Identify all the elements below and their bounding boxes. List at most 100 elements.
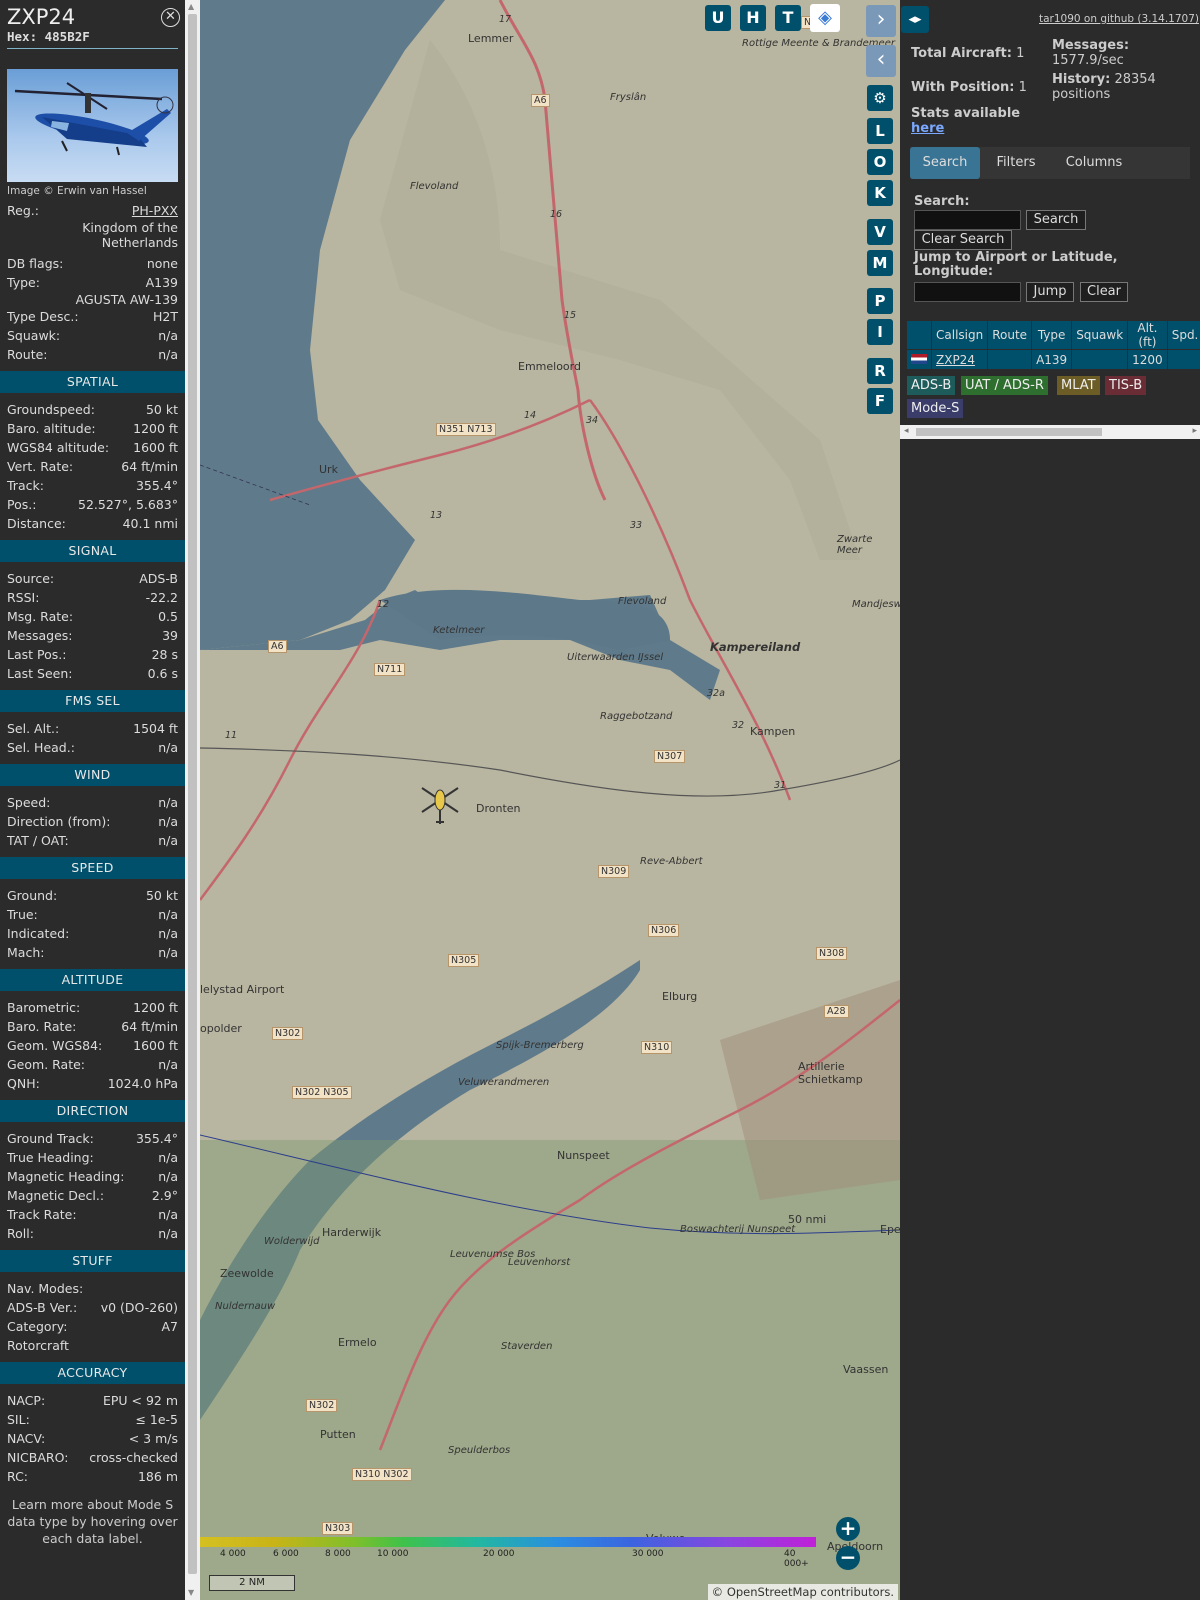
detail-label[interactable]: Roll:: [7, 1224, 34, 1243]
detail-label[interactable]: Vert. Rate:: [7, 457, 73, 476]
detail-label[interactable]: Sel. Alt.:: [7, 719, 59, 738]
map-button-v[interactable]: V: [867, 219, 893, 245]
detail-label[interactable]: WGS84 altitude:: [7, 438, 109, 457]
column-header-alt-ft-[interactable]: Alt. (ft): [1128, 321, 1167, 349]
detail-label[interactable]: Barometric:: [7, 998, 80, 1017]
detail-label[interactable]: Last Pos.:: [7, 645, 66, 664]
detail-label[interactable]: Category:: [7, 1317, 67, 1336]
legend-chip-tis-b[interactable]: TIS-B: [1105, 376, 1147, 395]
chevron-left-icon[interactable]: ‹: [866, 45, 896, 77]
column-header-callsign[interactable]: Callsign: [932, 321, 988, 349]
detail-label[interactable]: Magnetic Decl.:: [7, 1186, 104, 1205]
toggle-sidebar-icon[interactable]: ◂▸: [901, 6, 929, 33]
aircraft-photo[interactable]: [7, 69, 178, 182]
section-header-spatial[interactable]: SPATIAL: [0, 371, 185, 393]
close-icon[interactable]: ✕: [161, 8, 180, 27]
tab-columns[interactable]: Columns: [1052, 147, 1136, 179]
map-button-l[interactable]: L: [867, 118, 893, 144]
detail-label[interactable]: Geom. Rate:: [7, 1055, 85, 1074]
section-header-speed[interactable]: SPEED: [0, 857, 185, 879]
map-button-f[interactable]: F: [867, 388, 893, 414]
map-button-t[interactable]: T: [775, 5, 801, 31]
detail-label[interactable]: Distance:: [7, 514, 66, 533]
detail-label[interactable]: QNH:: [7, 1074, 40, 1093]
registration-link[interactable]: PH-PXX: [132, 201, 178, 220]
clear-search-button[interactable]: Clear Search: [914, 230, 1012, 250]
detail-label[interactable]: Source:: [7, 569, 54, 588]
section-header-fms-sel[interactable]: FMS SEL: [0, 690, 185, 712]
section-header-stuff[interactable]: STUFF: [0, 1250, 185, 1272]
detail-label[interactable]: Pos.:: [7, 495, 36, 514]
detail-label[interactable]: Magnetic Heading:: [7, 1167, 124, 1186]
tab-filters[interactable]: Filters: [984, 147, 1048, 179]
map-button-p[interactable]: P: [867, 288, 893, 314]
detail-label[interactable]: Sel. Head.:: [7, 738, 75, 757]
detail-label[interactable]: RSSI:: [7, 588, 39, 607]
map-attribution[interactable]: © OpenStreetMap contributors.: [707, 1584, 898, 1600]
legend-chip-ads-b[interactable]: ADS-B: [907, 376, 956, 395]
map-button-i[interactable]: I: [867, 319, 893, 345]
tab-search[interactable]: Search: [910, 147, 980, 179]
section-header-signal[interactable]: SIGNAL: [0, 540, 185, 562]
section-header-accuracy[interactable]: ACCURACY: [0, 1362, 185, 1384]
clear-jump-button[interactable]: Clear: [1080, 282, 1128, 302]
detail-label[interactable]: RC:: [7, 1467, 28, 1486]
stats-link[interactable]: here: [911, 121, 944, 136]
detail-label[interactable]: Ground:: [7, 886, 57, 905]
section-header-altitude[interactable]: ALTITUDE: [0, 969, 185, 991]
layers-icon[interactable]: ◈: [810, 4, 840, 32]
search-input[interactable]: [914, 210, 1021, 230]
map-button-m[interactable]: M: [867, 250, 893, 276]
detail-label[interactable]: Direction (from):: [7, 812, 111, 831]
detail-label[interactable]: Geom. WGS84:: [7, 1036, 102, 1055]
map-button-o[interactable]: O: [867, 149, 893, 175]
zoom-out-button[interactable]: −: [836, 1546, 860, 1570]
detail-label[interactable]: Rotorcraft: [7, 1336, 69, 1355]
zoom-in-button[interactable]: +: [836, 1517, 860, 1541]
column-header-spd-[interactable]: Spd.: [1167, 321, 1200, 349]
column-header-squawk[interactable]: Squawk: [1072, 321, 1128, 349]
detail-label[interactable]: Baro. altitude:: [7, 419, 96, 438]
settings-gear-icon[interactable]: ⚙: [867, 85, 893, 111]
detail-label[interactable]: Track:: [7, 476, 44, 495]
legend-chip-mode-s[interactable]: Mode-S: [907, 399, 964, 418]
detail-label[interactable]: True:: [7, 905, 38, 924]
sidebar-scrollbar[interactable]: ▲ ▼: [185, 0, 200, 1600]
section-header-wind[interactable]: WIND: [0, 764, 185, 786]
search-button[interactable]: Search: [1026, 210, 1086, 230]
detail-label[interactable]: ADS-B Ver.:: [7, 1298, 77, 1317]
map-view[interactable]: Lemmer Emmeloord Urk Dronten Kampen Elburg Nun…: [200, 0, 900, 1600]
detail-label[interactable]: Nav. Modes:: [7, 1279, 83, 1298]
detail-label[interactable]: True Heading:: [7, 1148, 94, 1167]
detail-label[interactable]: Groundspeed:: [7, 400, 95, 419]
detail-label[interactable]: TAT / OAT:: [7, 831, 69, 850]
detail-label[interactable]: NACV:: [7, 1429, 45, 1448]
chevron-right-icon[interactable]: ›: [866, 5, 896, 37]
jump-input[interactable]: [914, 282, 1021, 302]
map-button-u[interactable]: U: [705, 5, 731, 31]
map-button-r[interactable]: R: [867, 358, 893, 384]
table-horizontal-scrollbar[interactable]: ◂ ▸: [900, 425, 1200, 439]
column-header-type[interactable]: Type: [1032, 321, 1072, 349]
detail-label[interactable]: SIL:: [7, 1410, 30, 1429]
legend-chip-mlat[interactable]: MLAT: [1057, 376, 1100, 395]
map-button-h[interactable]: H: [740, 5, 766, 31]
detail-label[interactable]: Ground Track:: [7, 1129, 94, 1148]
detail-label[interactable]: NICBARO:: [7, 1448, 68, 1467]
detail-label[interactable]: Messages:: [7, 626, 73, 645]
detail-label[interactable]: Speed:: [7, 793, 50, 812]
detail-label[interactable]: NACP:: [7, 1391, 45, 1410]
detail-label[interactable]: Mach:: [7, 943, 44, 962]
detail-label[interactable]: Msg. Rate:: [7, 607, 73, 626]
column-header-flag[interactable]: [907, 321, 931, 349]
jump-button[interactable]: Jump: [1026, 282, 1074, 302]
table-row[interactable]: ZXP24 A139 1200: [907, 350, 1200, 369]
legend-chip-uat-ads-r[interactable]: UAT / ADS-R: [961, 376, 1048, 395]
version-link[interactable]: tar1090 on github (3.14.1707): [1039, 13, 1199, 25]
detail-label[interactable]: Baro. Rate:: [7, 1017, 76, 1036]
detail-label[interactable]: Last Seen:: [7, 664, 72, 683]
column-header-route[interactable]: Route: [988, 321, 1032, 349]
detail-label[interactable]: Track Rate:: [7, 1205, 77, 1224]
detail-label[interactable]: Indicated:: [7, 924, 69, 943]
map-button-k[interactable]: K: [867, 180, 893, 206]
